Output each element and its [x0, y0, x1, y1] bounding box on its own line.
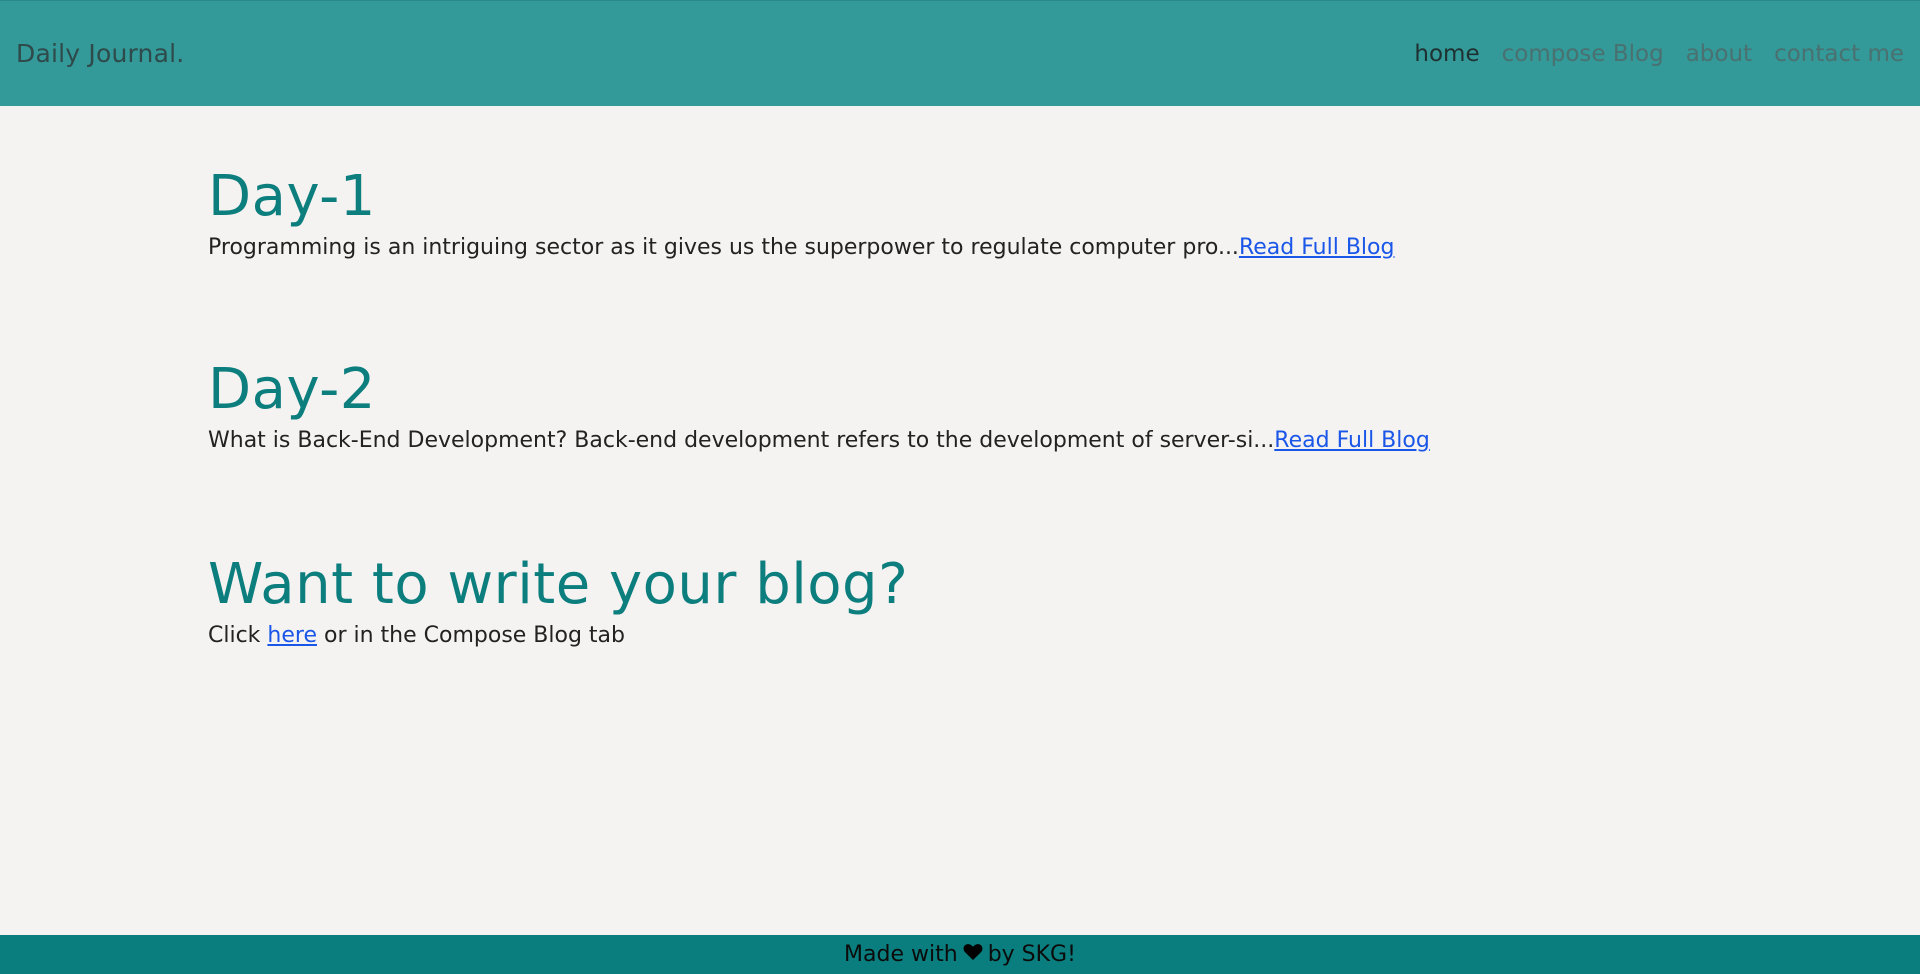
footer-prefix: Made with — [844, 942, 958, 967]
post-title: Day-1 — [208, 164, 376, 229]
cta-text: Click here or in the Compose Blog tab — [208, 622, 908, 651]
nav-link-contact-me[interactable]: contact me — [1774, 41, 1904, 67]
post-excerpt-text: Programming is an intriguing sector as i… — [208, 235, 1239, 261]
blog-post: Day-1 Programming is an intriguing secto… — [208, 163, 1394, 263]
post-excerpt-text: What is Back-End Development? Back-end d… — [208, 428, 1275, 454]
brand-logo-link[interactable]: Daily Journal. — [16, 39, 184, 68]
cta-suffix: or in the Compose Blog tab — [317, 623, 625, 649]
read-full-blog-link[interactable]: Read Full Blog — [1274, 428, 1430, 453]
post-title: Day-2 — [208, 357, 376, 422]
nav-link-home[interactable]: home — [1414, 41, 1479, 67]
footer-suffix: by SKG! — [987, 942, 1076, 967]
heart-icon — [963, 942, 983, 967]
cta-title: Want to write your blog? — [208, 552, 909, 617]
compose-cta: Want to write your blog? Click here or i… — [208, 551, 908, 651]
nav-link-about[interactable]: about — [1686, 41, 1752, 67]
post-excerpt: Programming is an intriguing sector as i… — [208, 234, 1394, 263]
post-excerpt: What is Back-End Development? Back-end d… — [208, 427, 1430, 456]
compose-here-link[interactable]: here — [267, 623, 317, 648]
nav-links: home compose Blog about contact me — [1414, 41, 1904, 67]
blog-post: Day-2 What is Back-End Development? Back… — [208, 356, 1430, 456]
navbar: Daily Journal. home compose Blog about c… — [0, 0, 1920, 106]
cta-prefix: Click — [208, 623, 268, 649]
footer: Made with by SKG! — [0, 935, 1920, 974]
read-full-blog-link[interactable]: Read Full Blog — [1239, 235, 1395, 260]
nav-link-compose-blog[interactable]: compose Blog — [1502, 41, 1664, 67]
